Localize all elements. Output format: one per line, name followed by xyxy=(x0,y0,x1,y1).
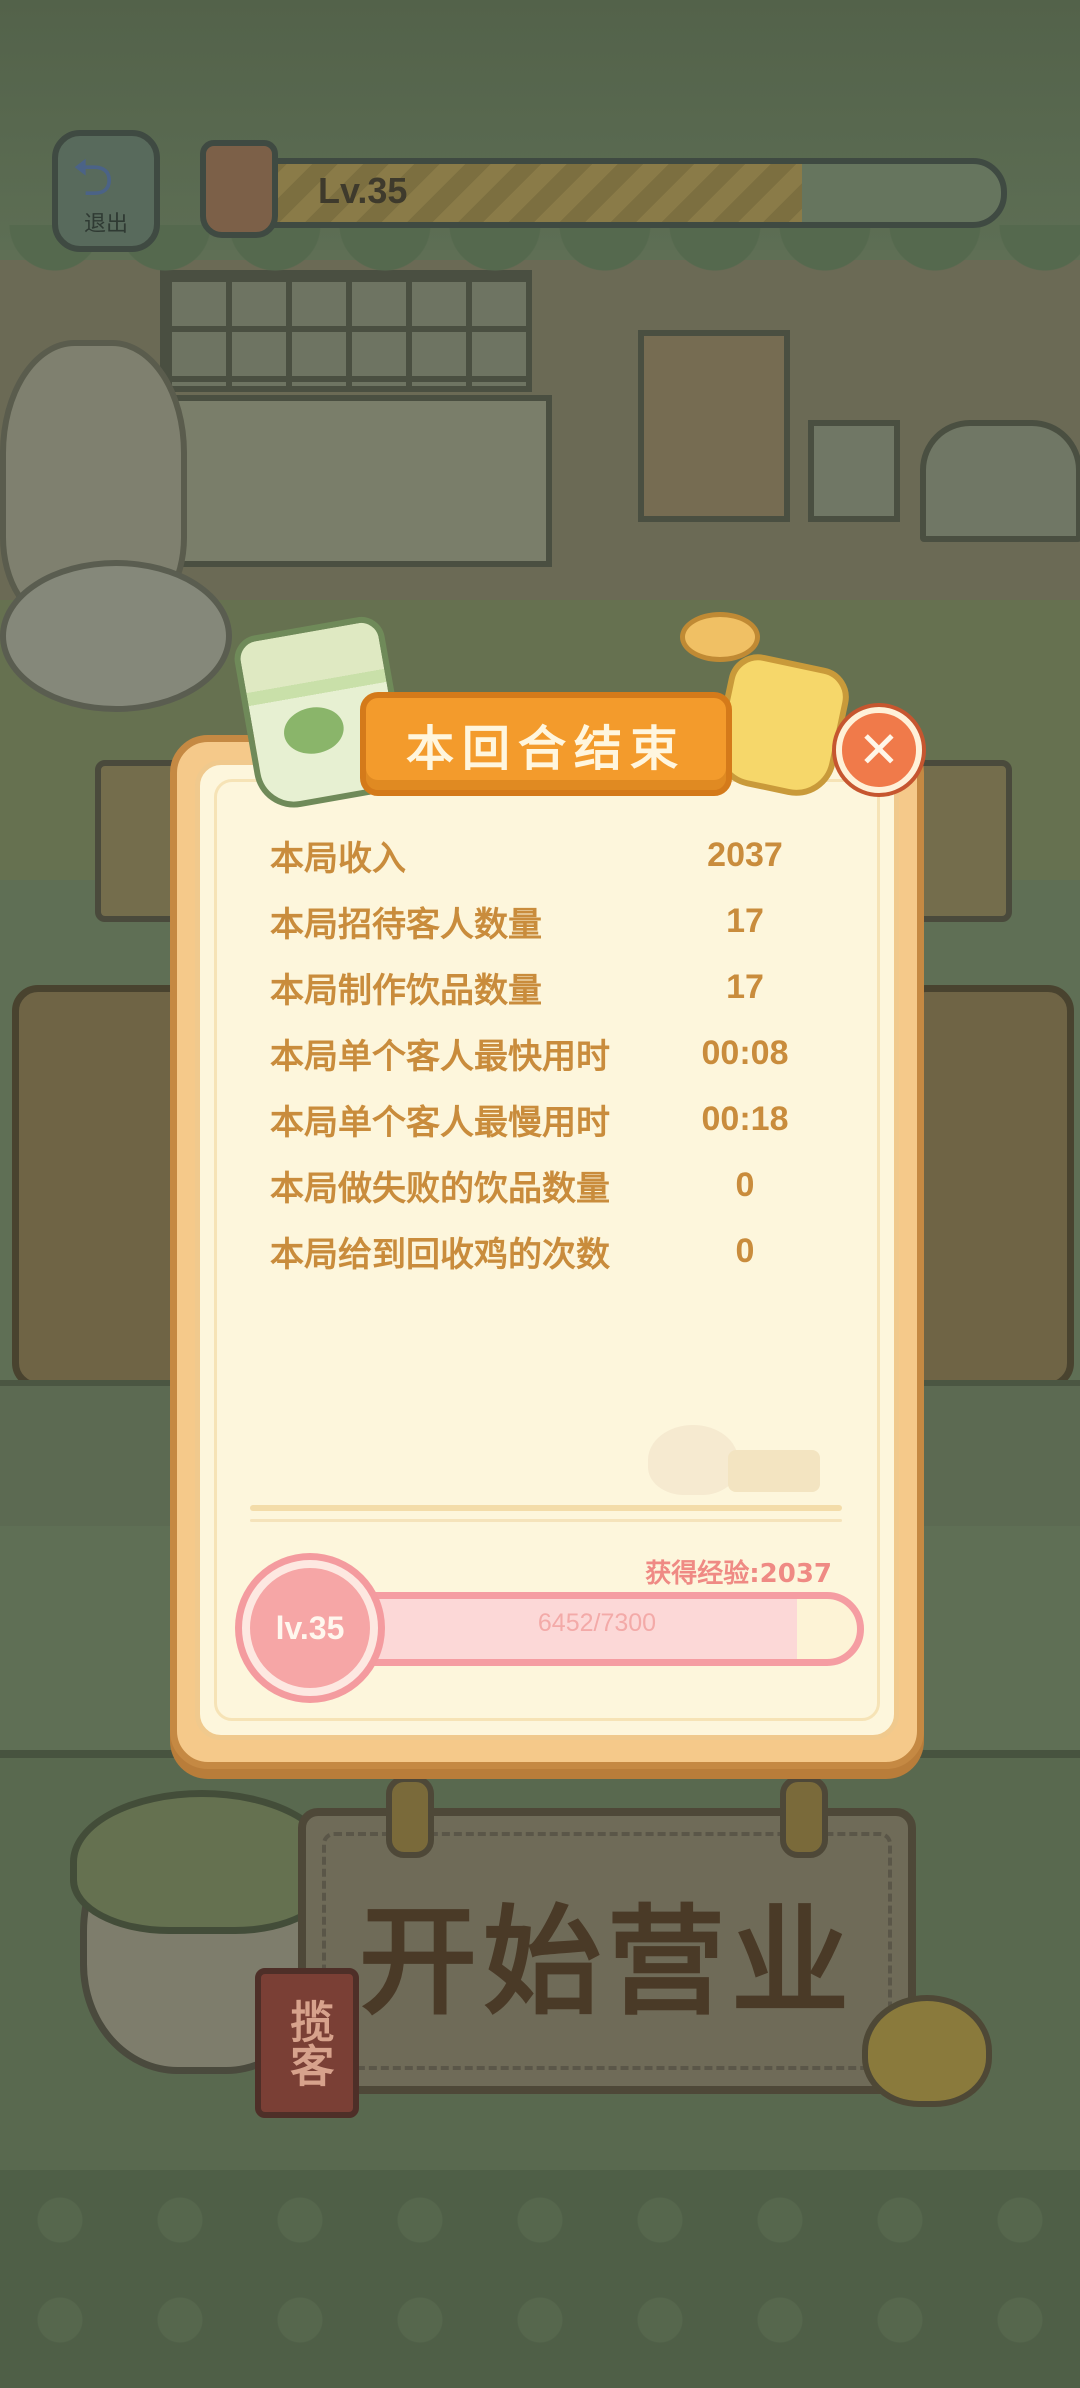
stat-label: 本局收入 xyxy=(270,838,406,879)
solicit-button[interactable]: 揽客 xyxy=(255,1968,359,2118)
cake-plate xyxy=(0,560,232,712)
stat-label: 本局单个客人最快用时 xyxy=(270,1036,610,1077)
stat-value: 17 xyxy=(726,967,764,1006)
stat-label: 本局做失败的饮品数量 xyxy=(270,1168,610,1209)
biscuit-decoration-icon xyxy=(680,612,760,662)
sleeping-chick-decoration-icon xyxy=(648,1425,738,1495)
stat-value: 0 xyxy=(735,1165,755,1204)
cabbage-leaf-hat xyxy=(70,1790,334,1934)
stat-row-failed: 本局做失败的饮品数量 0 xyxy=(270,1152,830,1218)
sign-ring-left xyxy=(386,1776,434,1858)
exp-progress-text: 6452/7300 xyxy=(537,1609,657,1637)
stat-value: 2037 xyxy=(707,835,783,874)
level-badge: lv.35 xyxy=(242,1560,378,1696)
level-label: Lv.35 xyxy=(318,170,408,211)
stat-value: 17 xyxy=(726,901,764,940)
stat-value: 00:08 xyxy=(701,1033,789,1072)
exp-gained-label: 获得经验:2037 xyxy=(645,1559,832,1589)
exit-arrow-icon: ⮌ xyxy=(72,148,114,208)
stat-row-income: 本局收入 2037 xyxy=(270,822,830,888)
stat-row-fastest: 本局单个客人最快用时 00:08 xyxy=(270,1020,830,1086)
shop-sign-center xyxy=(638,330,790,522)
close-button[interactable]: ✕ xyxy=(836,707,922,793)
stat-row-drinks: 本局制作饮品数量 17 xyxy=(270,954,830,1020)
stat-label: 本局给到回收鸡的次数 xyxy=(270,1234,610,1275)
stat-label: 本局单个客人最慢用时 xyxy=(270,1102,610,1143)
start-business-label: 开始营业 xyxy=(358,1892,855,2031)
divider xyxy=(250,1505,842,1511)
menu-board-right xyxy=(900,985,1074,1389)
book-decoration-icon xyxy=(728,1450,820,1492)
stat-label: 本局招待客人数量 xyxy=(270,904,542,945)
stat-row-recycle: 本局给到回收鸡的次数 0 xyxy=(270,1218,830,1284)
stat-row-customers: 本局招待客人数量 17 xyxy=(270,888,830,954)
side-sign-right xyxy=(910,760,1012,922)
exp-progress-bar: 6452/7300 xyxy=(330,1592,864,1666)
menu-board-left xyxy=(12,985,196,1389)
stat-label: 本局制作饮品数量 xyxy=(270,970,542,1011)
dialog-title-ribbon: 本回合结束 xyxy=(360,692,732,796)
sign-ring-right xyxy=(780,1776,828,1858)
milk-tea-cup-icon xyxy=(200,140,278,238)
level-bar: Lv.35 xyxy=(230,158,1007,228)
exit-label: 退出 xyxy=(83,212,128,237)
stat-value: 00:18 xyxy=(701,1099,789,1138)
stats-list: 本局收入 2037 本局招待客人数量 17 本局制作饮品数量 17 本局单个客人… xyxy=(270,822,830,1284)
stat-value: 0 xyxy=(735,1231,755,1270)
shop-window-right xyxy=(808,420,900,522)
level-badge-label: lv.35 xyxy=(275,1609,345,1646)
chick-mascot xyxy=(862,1995,992,2107)
grass-pattern xyxy=(0,2170,1080,2388)
close-icon: ✕ xyxy=(858,721,900,779)
dialog-title: 本回合结束 xyxy=(405,721,686,777)
solicit-label: 揽客 xyxy=(282,1999,334,2087)
start-business-sign[interactable]: 开始营业 xyxy=(298,1776,916,2094)
exit-button[interactable]: ⮌ 退出 xyxy=(52,130,160,252)
shop-arch-window xyxy=(920,420,1080,542)
awning-scallop xyxy=(0,225,1080,285)
stat-row-slowest: 本局单个客人最慢用时 00:18 xyxy=(270,1086,830,1152)
shop-door xyxy=(140,395,552,567)
divider xyxy=(250,1519,842,1522)
shop-window-left xyxy=(160,270,532,392)
